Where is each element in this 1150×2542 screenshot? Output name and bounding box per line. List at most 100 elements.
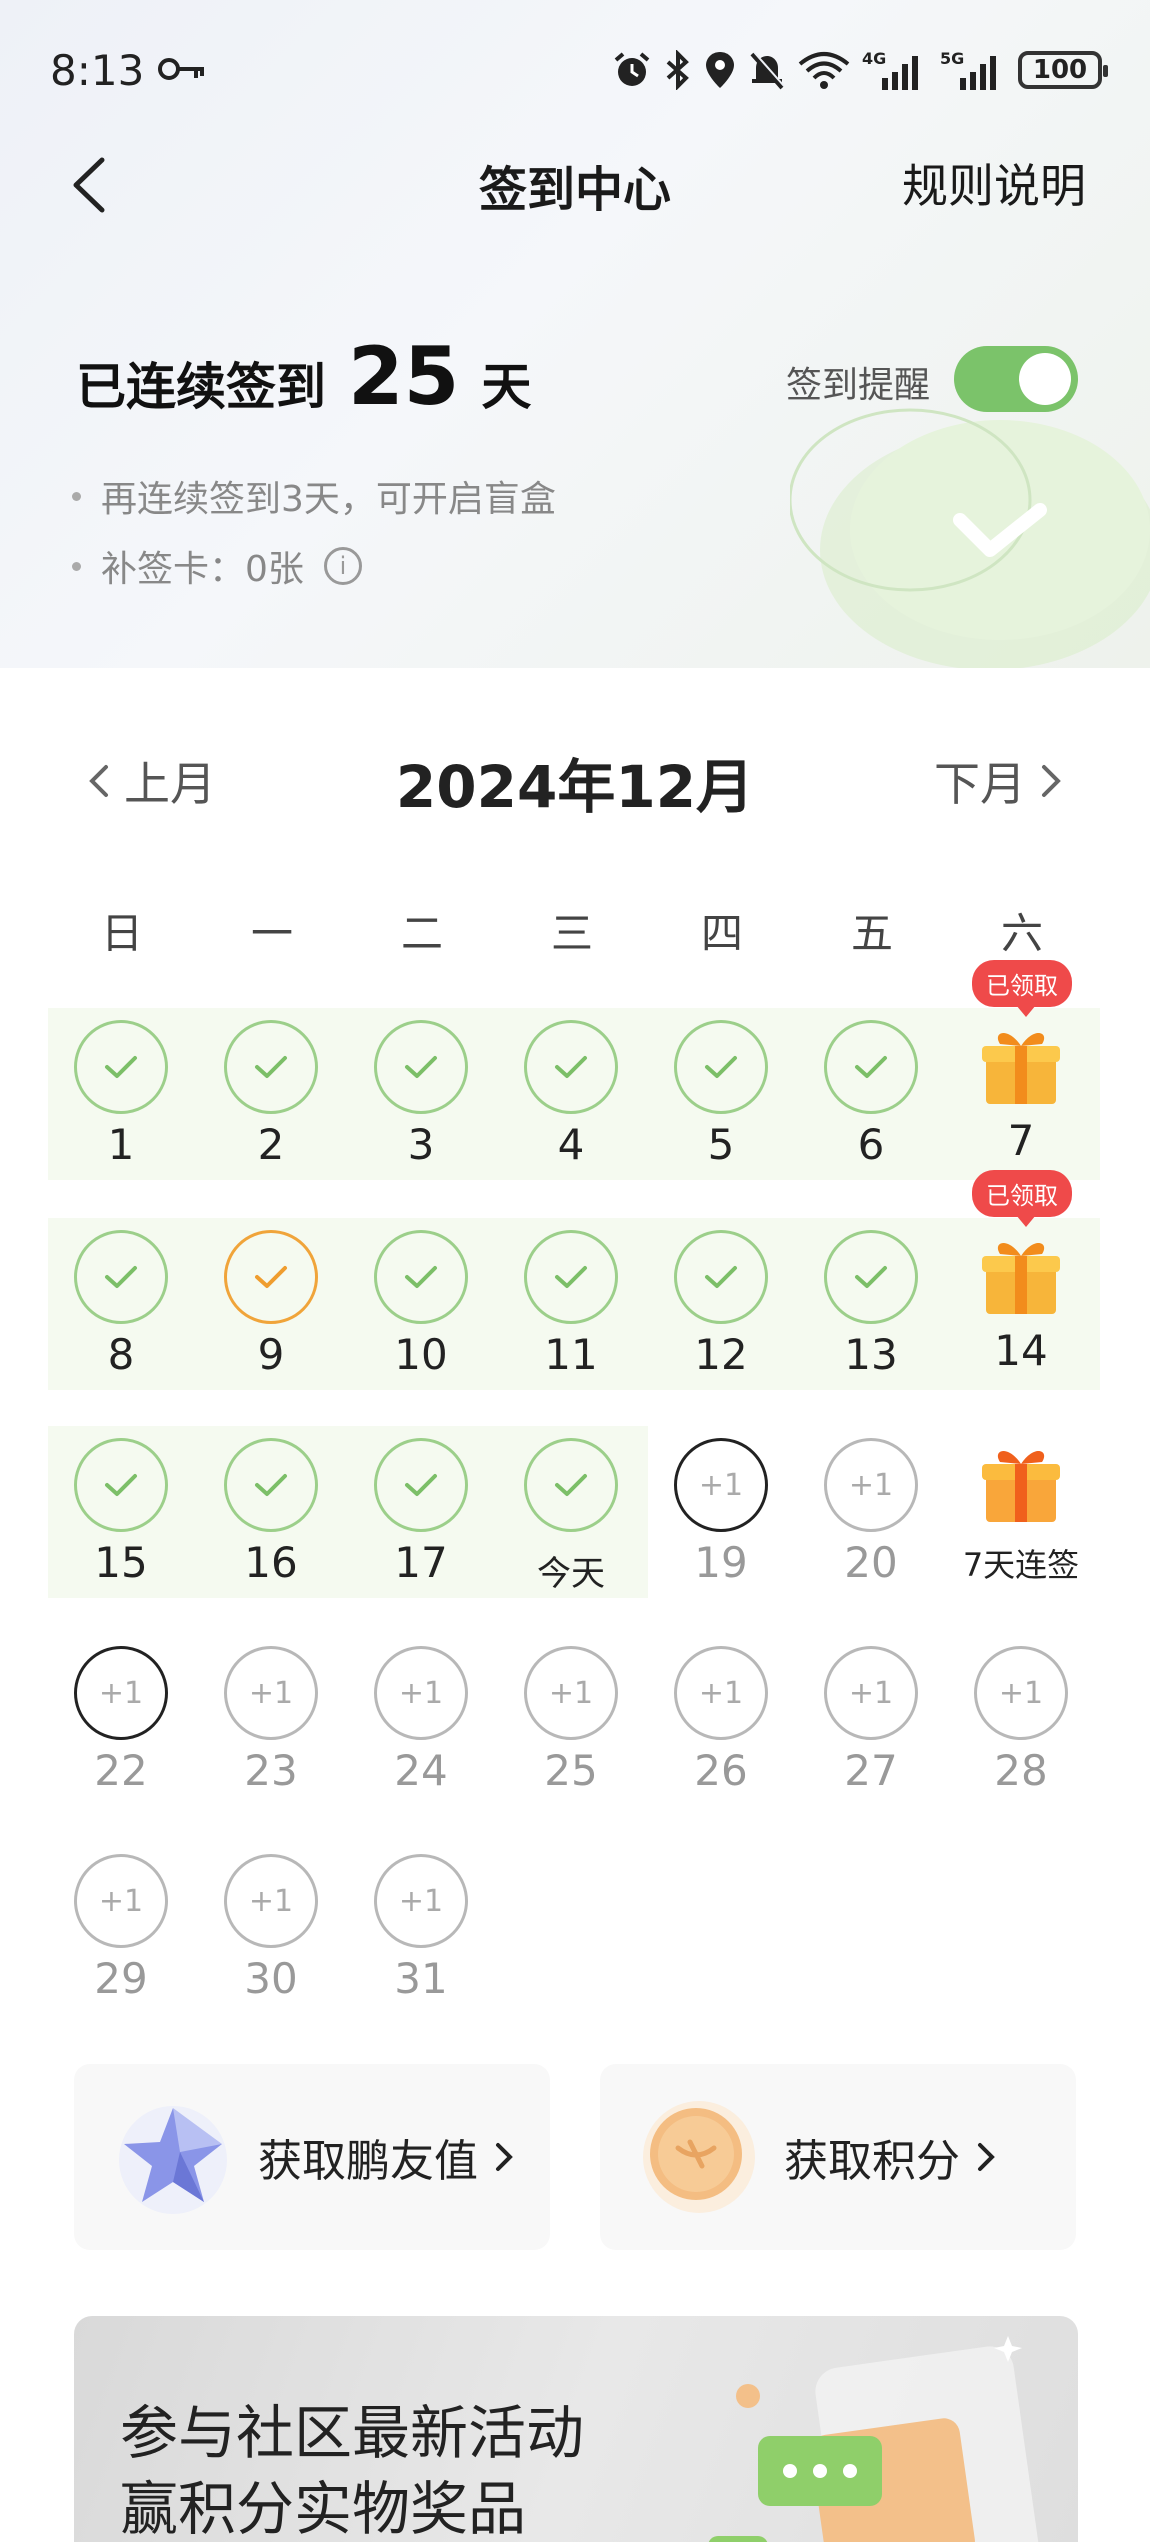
day-number: 16 [244, 1538, 298, 1587]
day-cell[interactable]: +1 28 [966, 1646, 1076, 1806]
weekday-wed: 三 [550, 909, 593, 958]
alarm-icon [614, 52, 650, 86]
day-cell[interactable]: +1 23 [216, 1646, 326, 1806]
check-icon [374, 1438, 468, 1532]
day-number: 1 [107, 1120, 135, 1169]
day-cell[interactable]: 6 [816, 1020, 926, 1180]
chevron-right-icon [496, 2143, 513, 2171]
day-number: 27 [844, 1746, 898, 1795]
claimed-badge: 已领取 [972, 1170, 1072, 1227]
day-cell[interactable]: +1 30 [216, 1854, 326, 2014]
day-cell[interactable]: +1 31 [366, 1854, 476, 2014]
gift-day-cell[interactable]: 14 [966, 1220, 1076, 1390]
day-cell[interactable]: +1 29 [66, 1854, 176, 2014]
check-icon [74, 1230, 168, 1324]
day-cell[interactable]: +1 24 [366, 1646, 476, 1806]
day-cell[interactable]: 12 [666, 1230, 776, 1390]
chevron-right-icon [978, 2143, 995, 2171]
day-cell[interactable]: 13 [816, 1230, 926, 1390]
day-cell-today[interactable]: 今天 [516, 1438, 626, 1598]
plus-one-badge: +1 [524, 1646, 618, 1740]
check-icon [824, 1230, 918, 1324]
gift-seven-day-cell[interactable]: 7天连签 [963, 1428, 1079, 1598]
coin-icon [643, 2101, 755, 2213]
wifi-icon [798, 52, 850, 89]
gift-day-cell[interactable]: 7 [966, 1010, 1076, 1180]
plus-one-badge: +1 [224, 1646, 318, 1740]
status-icons: 4G 5G 100 [612, 48, 1108, 92]
plus-one-badge: +1 [74, 1646, 168, 1740]
weekday-mon: 一 [250, 909, 293, 958]
day-number: 6 [857, 1120, 885, 1169]
day-cell[interactable]: 8 [66, 1230, 176, 1390]
get-points-card[interactable]: 获取积分 [600, 2064, 1076, 2250]
check-icon [524, 1438, 618, 1532]
day-number: 28 [994, 1746, 1048, 1795]
day-cell[interactable]: +1 27 [816, 1646, 926, 1806]
weekday-sat: 六 [1000, 909, 1043, 958]
day-number: 5 [707, 1120, 735, 1169]
day-cell[interactable]: +1 19 [666, 1438, 776, 1598]
day-cell-makeup[interactable]: 9 [216, 1230, 326, 1390]
day-number: 26 [694, 1746, 748, 1795]
plus-one-badge: +1 [224, 1854, 318, 1948]
rules-link[interactable]: 规则说明 [902, 150, 1086, 216]
day-number: 23 [244, 1746, 298, 1795]
location-icon [706, 52, 734, 88]
day-cell[interactable]: 15 [66, 1438, 176, 1598]
weekday-sun: 日 [100, 909, 143, 958]
check-icon [224, 1230, 318, 1324]
next-month-label: 下月 [934, 757, 1026, 811]
plus-one-badge: +1 [374, 1854, 468, 1948]
month-navigation: 上月 2024年12月 下月 [0, 740, 1150, 821]
day-cell[interactable]: +1 26 [666, 1646, 776, 1806]
day-cell[interactable]: 2 [216, 1020, 326, 1180]
tip-makeup-card: 补签卡：0张 i [72, 540, 362, 592]
day-cell[interactable]: 17 [366, 1438, 476, 1598]
check-icon [524, 1020, 618, 1114]
today-label: 今天 [537, 1554, 605, 1594]
day-number: 25 [544, 1746, 598, 1795]
signal-5g-icon: 5G [940, 49, 996, 90]
star-crystal-icon [119, 2106, 227, 2214]
day-number: 31 [394, 1954, 448, 2003]
get-friend-value-card[interactable]: 获取鹏友值 [74, 2064, 550, 2250]
day-cell[interactable]: 5 [666, 1020, 776, 1180]
streak-suffix: 天 [481, 358, 532, 416]
bullet-dot [72, 491, 81, 501]
plus-one-badge: +1 [674, 1646, 768, 1740]
gift-icon [982, 1032, 1060, 1104]
day-number: 13 [844, 1330, 898, 1379]
next-month-button[interactable]: 下月 [934, 748, 1066, 814]
key-icon [158, 58, 204, 80]
check-coin-illustration [790, 408, 1150, 668]
check-icon [524, 1230, 618, 1324]
day-cell[interactable]: 16 [216, 1438, 326, 1598]
seven-day-label: 7天连签 [962, 1546, 1080, 1584]
day-cell[interactable]: 4 [516, 1020, 626, 1180]
day-number: 8 [107, 1330, 135, 1379]
svg-text:5G: 5G [940, 49, 964, 68]
day-number: 9 [257, 1330, 285, 1379]
day-cell[interactable]: +1 25 [516, 1646, 626, 1806]
claimed-badge: 已领取 [972, 960, 1072, 1017]
reminder-toggle[interactable] [954, 346, 1078, 412]
info-icon[interactable]: i [323, 547, 362, 585]
day-cell[interactable]: 1 [66, 1020, 176, 1180]
banner-line1: 参与社区最新活动 [120, 2399, 585, 2467]
day-number: 15 [94, 1538, 148, 1587]
day-cell[interactable]: +1 20 [816, 1438, 926, 1598]
day-cell[interactable]: 10 [366, 1230, 476, 1390]
get-friend-value-label: 获取鹏友值 [258, 2136, 478, 2187]
day-number: 11 [544, 1330, 598, 1379]
day-cell[interactable]: 11 [516, 1230, 626, 1390]
day-cell[interactable]: +1 22 [66, 1646, 176, 1806]
day-cell[interactable]: 3 [366, 1020, 476, 1180]
streak-prefix: 已连续签到 [76, 358, 326, 416]
check-icon [74, 1438, 168, 1532]
day-number: 22 [94, 1746, 148, 1795]
mute-bell-icon [750, 51, 785, 90]
gift-icon [982, 1450, 1060, 1522]
reminder-label: 签到提醒 [786, 365, 931, 406]
activity-banner[interactable]: 参与社区最新活动 赢积分实物奖品 [74, 2316, 1078, 2542]
